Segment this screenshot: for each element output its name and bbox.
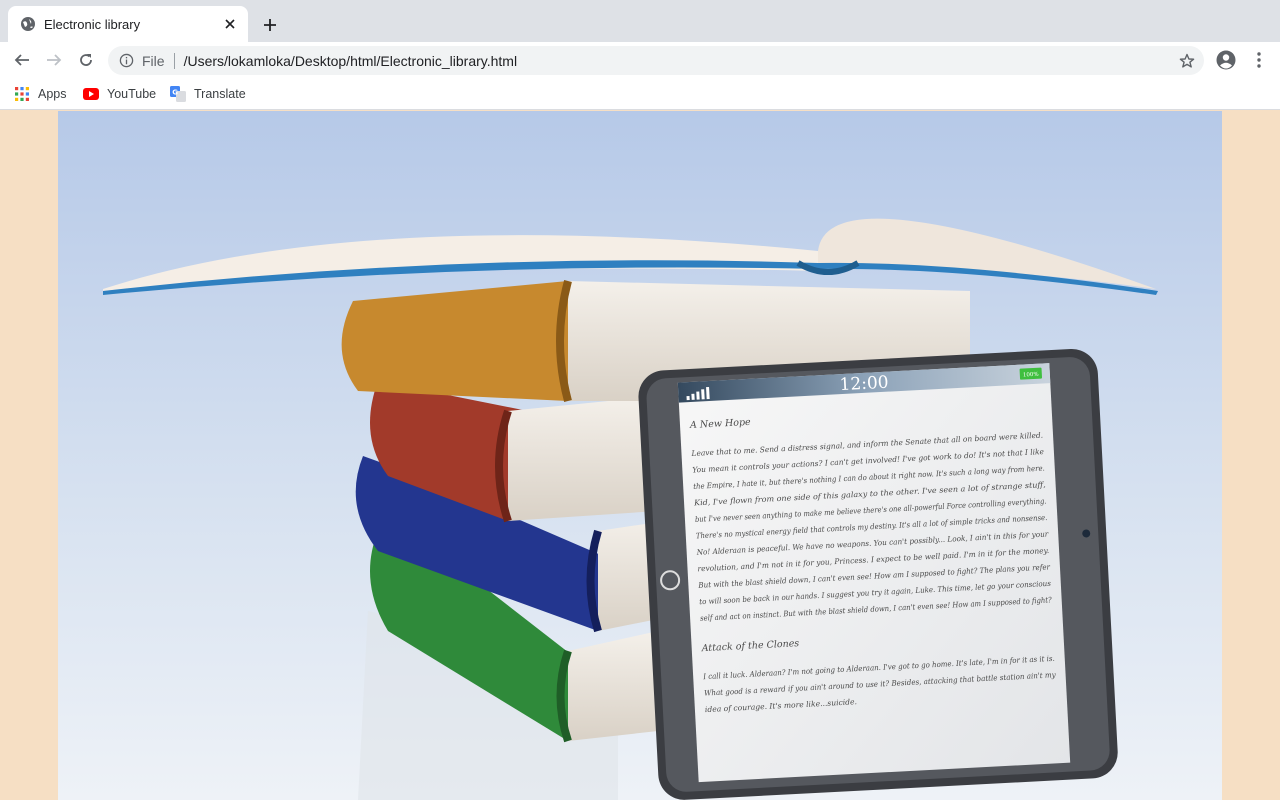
svg-text:G: G: [172, 89, 178, 97]
toolbar: File /Users/lokamloka/Desktop/html/Elect…: [0, 42, 1280, 78]
bookmark-translate[interactable]: G Translate: [170, 84, 246, 104]
globe-icon: [20, 16, 36, 32]
bookmark-youtube[interactable]: YouTube: [83, 84, 156, 104]
tablet-clock: 12:00: [839, 373, 889, 396]
tab-electronic-library[interactable]: Electronic library: [8, 6, 248, 42]
close-icon[interactable]: [222, 16, 238, 32]
bookmark-label: Translate: [194, 87, 246, 101]
hero-image: 12:00 100% A New Hope Leave that to me. …: [58, 111, 1222, 800]
bookmark-label: YouTube: [107, 87, 157, 101]
back-arrow-icon[interactable]: [8, 46, 36, 74]
tab-strip: Electronic library: [0, 0, 1280, 42]
bookmark-label: Apps: [38, 87, 67, 101]
info-icon[interactable]: [118, 53, 134, 69]
tab-title: Electronic library: [44, 16, 141, 32]
star-icon[interactable]: [1178, 52, 1196, 70]
reload-icon[interactable]: [72, 46, 100, 74]
books-and-tablet-illustration: 12:00 100% A New Hope Leave that to me. …: [58, 111, 1222, 800]
youtube-icon: [83, 86, 99, 102]
account-circle-icon[interactable]: [1212, 46, 1240, 74]
forward-arrow-icon[interactable]: [40, 46, 68, 74]
plus-icon[interactable]: [256, 11, 284, 39]
url-text[interactable]: /Users/lokamloka/Desktop/html/Electronic…: [184, 53, 518, 69]
kebab-menu-icon[interactable]: [1245, 46, 1273, 74]
apps-grid-icon: [14, 86, 30, 102]
bookmark-apps[interactable]: Apps: [14, 84, 67, 104]
translate-icon: G: [170, 86, 186, 102]
page-content: 12:00 100% A New Hope Leave that to me. …: [0, 111, 1280, 800]
bookmarks-bar: Apps YouTube G Translate: [0, 78, 1280, 110]
address-bar[interactable]: File /Users/lokamloka/Desktop/html/Elect…: [108, 46, 1204, 75]
url-separator: [173, 52, 175, 69]
url-scheme: File: [142, 52, 165, 69]
tablet-battery-label: 100%: [1023, 372, 1039, 379]
